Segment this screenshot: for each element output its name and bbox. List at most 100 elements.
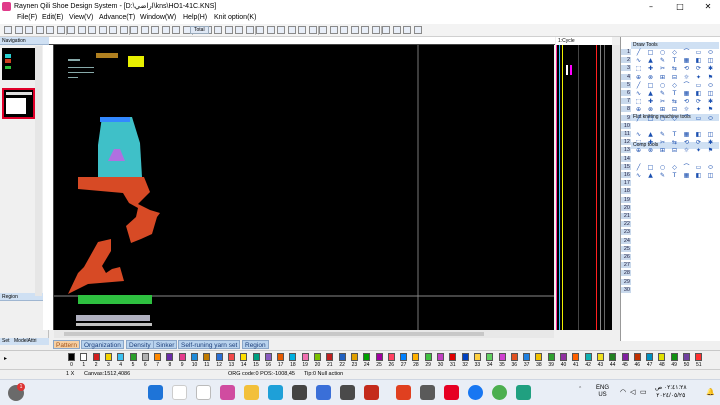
palette-swatch[interactable] (523, 353, 531, 361)
palette-swatch[interactable] (596, 353, 604, 361)
palette-swatch[interactable] (326, 353, 334, 361)
design-thumbnail-1[interactable] (2, 48, 36, 80)
drawing-tool-icon[interactable]: ⊟ (671, 148, 678, 154)
drawing-tool-icon[interactable]: ⟲ (683, 66, 690, 72)
toolbar-button[interactable] (287, 26, 296, 34)
drawing-tool-icon[interactable]: ✦ (695, 148, 702, 154)
palette-swatch[interactable] (252, 353, 260, 361)
palette-swatch[interactable] (658, 353, 666, 361)
drawing-tool-icon[interactable]: ◧ (695, 173, 702, 179)
drawing-tool-icon[interactable]: □ (647, 115, 654, 122)
drawing-tool-icon[interactable]: ✦ (695, 74, 702, 81)
toolbar-button[interactable] (109, 26, 117, 34)
edge-icon[interactable] (268, 385, 283, 400)
palette-swatch[interactable] (437, 353, 444, 361)
tab-density[interactable]: Density (126, 340, 154, 349)
palette-swatch[interactable] (449, 353, 457, 361)
chrome-icon[interactable] (492, 385, 507, 400)
toolbar-button[interactable] (130, 26, 138, 34)
drawing-tool-icon[interactable]: ▭ (695, 164, 702, 171)
drawing-tool-icon[interactable]: ⚑ (707, 74, 714, 81)
toolbar-button[interactable] (224, 26, 233, 34)
menu-help[interactable]: Help(H) (183, 14, 207, 21)
drawing-tool-icon[interactable]: ○ (659, 115, 666, 122)
drawing-tool-icon[interactable]: □ (647, 50, 654, 56)
drawing-tool-icon[interactable]: ✚ (647, 99, 654, 105)
toolbar-button[interactable] (35, 26, 44, 34)
menu-view[interactable]: View(V) (69, 14, 93, 21)
palette-swatch[interactable] (683, 353, 690, 361)
canvas-horizontal-scrollbar[interactable] (54, 330, 554, 338)
drawing-tool-icon[interactable]: ☼ (683, 74, 690, 81)
drawing-tool-icon[interactable]: ☼ (683, 107, 690, 113)
drawing-tool-icon[interactable]: ⬚ (635, 99, 642, 105)
toolbar-button[interactable] (308, 26, 317, 34)
drawing-tool-icon[interactable]: ╱ (635, 115, 642, 122)
drawing-tool-icon[interactable]: ◫ (707, 58, 714, 64)
palette-swatch[interactable] (424, 353, 432, 361)
drawing-tool-icon[interactable]: ⇆ (671, 66, 678, 72)
toolbar-button[interactable] (392, 26, 401, 34)
drawing-tool-icon[interactable]: ⬭ (707, 82, 714, 89)
palette-swatch[interactable] (289, 353, 297, 361)
task-view-icon[interactable] (196, 385, 211, 400)
drawing-tool-icon[interactable]: ◇ (671, 50, 678, 56)
drawing-tool-icon[interactable]: ⊞ (659, 74, 666, 81)
palette-swatch[interactable] (560, 353, 567, 361)
drawing-tool-icon[interactable]: ⚑ (707, 148, 714, 154)
toolbar-button[interactable] (235, 26, 243, 34)
drawing-tool-icon[interactable]: ✱ (707, 99, 714, 105)
drawing-tool-icon[interactable]: ⌒ (683, 50, 690, 56)
palette-swatch[interactable] (350, 353, 358, 361)
toolbar-button[interactable] (298, 26, 306, 34)
palette-swatch[interactable] (277, 353, 285, 361)
tab-organization[interactable]: Organization (81, 340, 124, 349)
palette-swatch[interactable] (227, 353, 235, 361)
canvas-vertical-scrollbar[interactable] (612, 45, 620, 330)
toolbar-button[interactable] (161, 26, 170, 34)
palette-swatch[interactable] (92, 353, 100, 361)
palette-swatch[interactable] (104, 353, 112, 361)
drawing-tool-icon[interactable]: ✦ (695, 107, 702, 113)
toolbar-button[interactable] (46, 26, 54, 34)
drawing-tool-icon[interactable]: ▭ (695, 115, 702, 122)
toolbar-button[interactable] (119, 26, 128, 34)
toolbar-button[interactable] (340, 26, 348, 34)
drawing-tool-icon[interactable]: ◇ (671, 82, 678, 89)
drawing-tool-icon[interactable]: ⇆ (671, 99, 678, 105)
facebook-icon[interactable] (468, 385, 483, 400)
drawing-tool-icon[interactable]: ⟳ (695, 66, 702, 72)
drawing-tool-icon[interactable]: ✎ (659, 173, 666, 179)
toolbar-button[interactable] (56, 26, 65, 34)
menu-knit-option[interactable]: Knit option(K) (214, 14, 256, 21)
drawing-tool-icon[interactable]: ▭ (695, 82, 702, 89)
pinterest-icon[interactable] (444, 385, 459, 400)
drawing-tool-icon[interactable]: ◇ (671, 164, 678, 171)
drawing-tool-icon[interactable]: ✂ (659, 140, 666, 146)
wifi-icon[interactable]: ◠ (620, 388, 626, 396)
drawing-tool-icon[interactable]: ⌒ (683, 82, 690, 89)
drawing-tool-icon[interactable]: ⬭ (707, 164, 714, 171)
toolbar-button[interactable] (256, 26, 264, 34)
palette-swatch[interactable] (203, 353, 211, 361)
toolbar-button[interactable] (172, 26, 180, 34)
toolbar-button[interactable] (151, 26, 159, 34)
drawing-tool-icon[interactable]: ╱ (635, 164, 642, 171)
drawing-tool-icon[interactable]: ╱ (635, 50, 642, 56)
app-icon-blue[interactable] (316, 385, 331, 400)
toolbar-button[interactable] (98, 26, 107, 34)
clock[interactable]: ٠٢:٤١:٢٨ ص ٢٠٢٤/٠٥/٢٥ (655, 384, 687, 400)
drawing-tool-icon[interactable]: ⊟ (671, 107, 678, 113)
palette-swatch[interactable] (240, 353, 248, 361)
drawing-tool-icon[interactable]: ✎ (659, 58, 666, 64)
drawing-tool-icon[interactable]: ▲ (647, 91, 654, 97)
menu-window[interactable]: Window(W) (140, 14, 176, 21)
drawing-tool-icon[interactable]: ▲ (647, 173, 654, 179)
drawing-tool-icon[interactable]: ⊕ (635, 107, 642, 113)
toolbar-button[interactable] (403, 26, 411, 34)
app-icon-red[interactable] (364, 385, 379, 400)
drawing-tool-icon[interactable]: T (671, 58, 678, 64)
palette-swatch[interactable] (166, 353, 174, 361)
palette-swatch[interactable] (338, 353, 346, 361)
design-canvas[interactable] (54, 45, 554, 330)
